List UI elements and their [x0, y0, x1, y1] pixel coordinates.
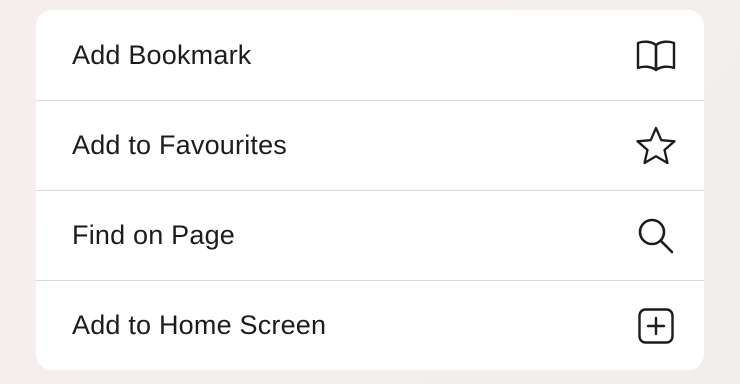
- menu-item-find-on-page[interactable]: Find on Page: [36, 190, 704, 280]
- book-icon: [634, 33, 678, 77]
- menu-item-label: Add Bookmark: [72, 39, 252, 70]
- magnifier-icon: [634, 214, 678, 258]
- plus-square-icon: [634, 304, 678, 348]
- menu-item-label: Find on Page: [72, 220, 236, 250]
- menu-item-label: Add to Favourites: [72, 130, 288, 160]
- menu-item-add-bookmark[interactable]: Add Bookmark: [36, 10, 704, 100]
- menu-item-add-to-home-screen[interactable]: Add to Home Screen: [36, 280, 704, 370]
- share-action-menu: Add Bookmark Add to Favourites Find on P…: [36, 10, 704, 370]
- star-icon: [634, 124, 678, 168]
- menu-item-label: Add to Home Screen: [72, 310, 327, 340]
- menu-item-add-to-favourites[interactable]: Add to Favourites: [36, 100, 704, 190]
